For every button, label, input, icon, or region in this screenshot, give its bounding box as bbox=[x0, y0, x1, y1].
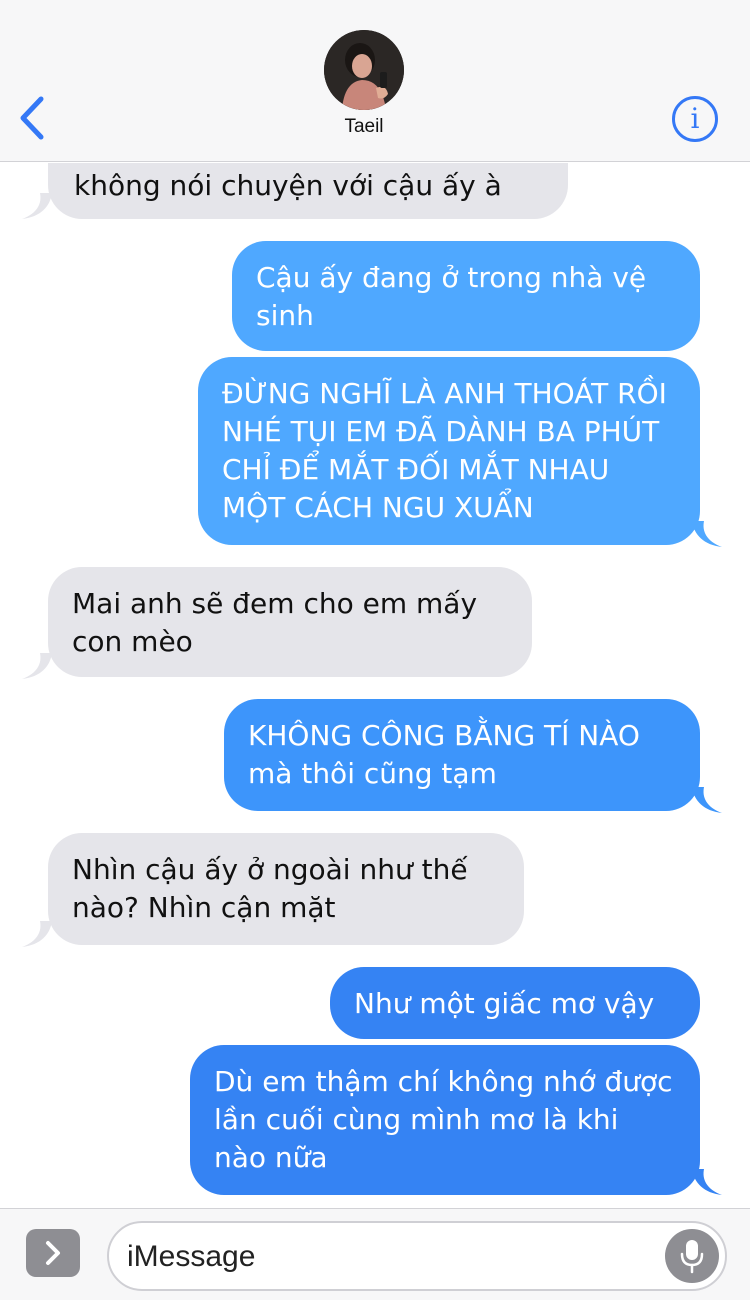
bubble-tail bbox=[692, 1169, 722, 1195]
microphone-button[interactable] bbox=[665, 1229, 719, 1283]
bubble-tail bbox=[22, 193, 52, 219]
bubble-tail bbox=[22, 921, 52, 947]
message-composer bbox=[0, 1208, 750, 1300]
message-bubble-outgoing[interactable]: Dù em thậm chí không nhớ được lần cuối c… bbox=[190, 1045, 700, 1195]
bubble-tail bbox=[692, 521, 722, 547]
message-input-container[interactable] bbox=[107, 1221, 727, 1291]
message-bubble-incoming[interactable]: không nói chuyện với cậu ấy à bbox=[48, 163, 568, 219]
message-thread[interactable]: không nói chuyện với cậu ấy à Cậu ấy đan… bbox=[0, 163, 750, 1208]
message-bubble-outgoing[interactable]: KHÔNG CÔNG BẰNG TÍ NÀO mà thôi cũng tạm bbox=[224, 699, 700, 811]
conversation-header: Taeil i bbox=[0, 0, 750, 162]
message-bubble-incoming[interactable]: Nhìn cậu ấy ở ngoài như thế nào? Nhìn cậ… bbox=[48, 833, 524, 945]
bubble-tail bbox=[692, 787, 722, 813]
contact-name[interactable]: Taeil bbox=[0, 116, 728, 138]
message-bubble-outgoing[interactable]: ĐỪNG NGHĨ LÀ ANH THOÁT RỒI NHÉ TỤI EM ĐÃ… bbox=[198, 357, 700, 545]
contact-photo bbox=[324, 30, 404, 110]
message-bubble-incoming[interactable]: Mai anh sẽ đem cho em mấy con mèo bbox=[48, 567, 532, 677]
message-input[interactable] bbox=[127, 1235, 647, 1279]
info-icon: i bbox=[690, 102, 700, 135]
bubble-tail bbox=[22, 653, 52, 679]
avatar[interactable] bbox=[324, 30, 404, 110]
app-drawer-button[interactable] bbox=[26, 1229, 80, 1277]
chevron-right-icon bbox=[46, 1241, 60, 1265]
message-bubble-outgoing[interactable]: Cậu ấy đang ở trong nhà vệ sinh bbox=[232, 241, 700, 351]
message-bubble-outgoing[interactable]: Như một giấc mơ vậy bbox=[330, 967, 700, 1039]
microphone-icon bbox=[680, 1240, 704, 1274]
info-button[interactable]: i bbox=[672, 96, 718, 142]
